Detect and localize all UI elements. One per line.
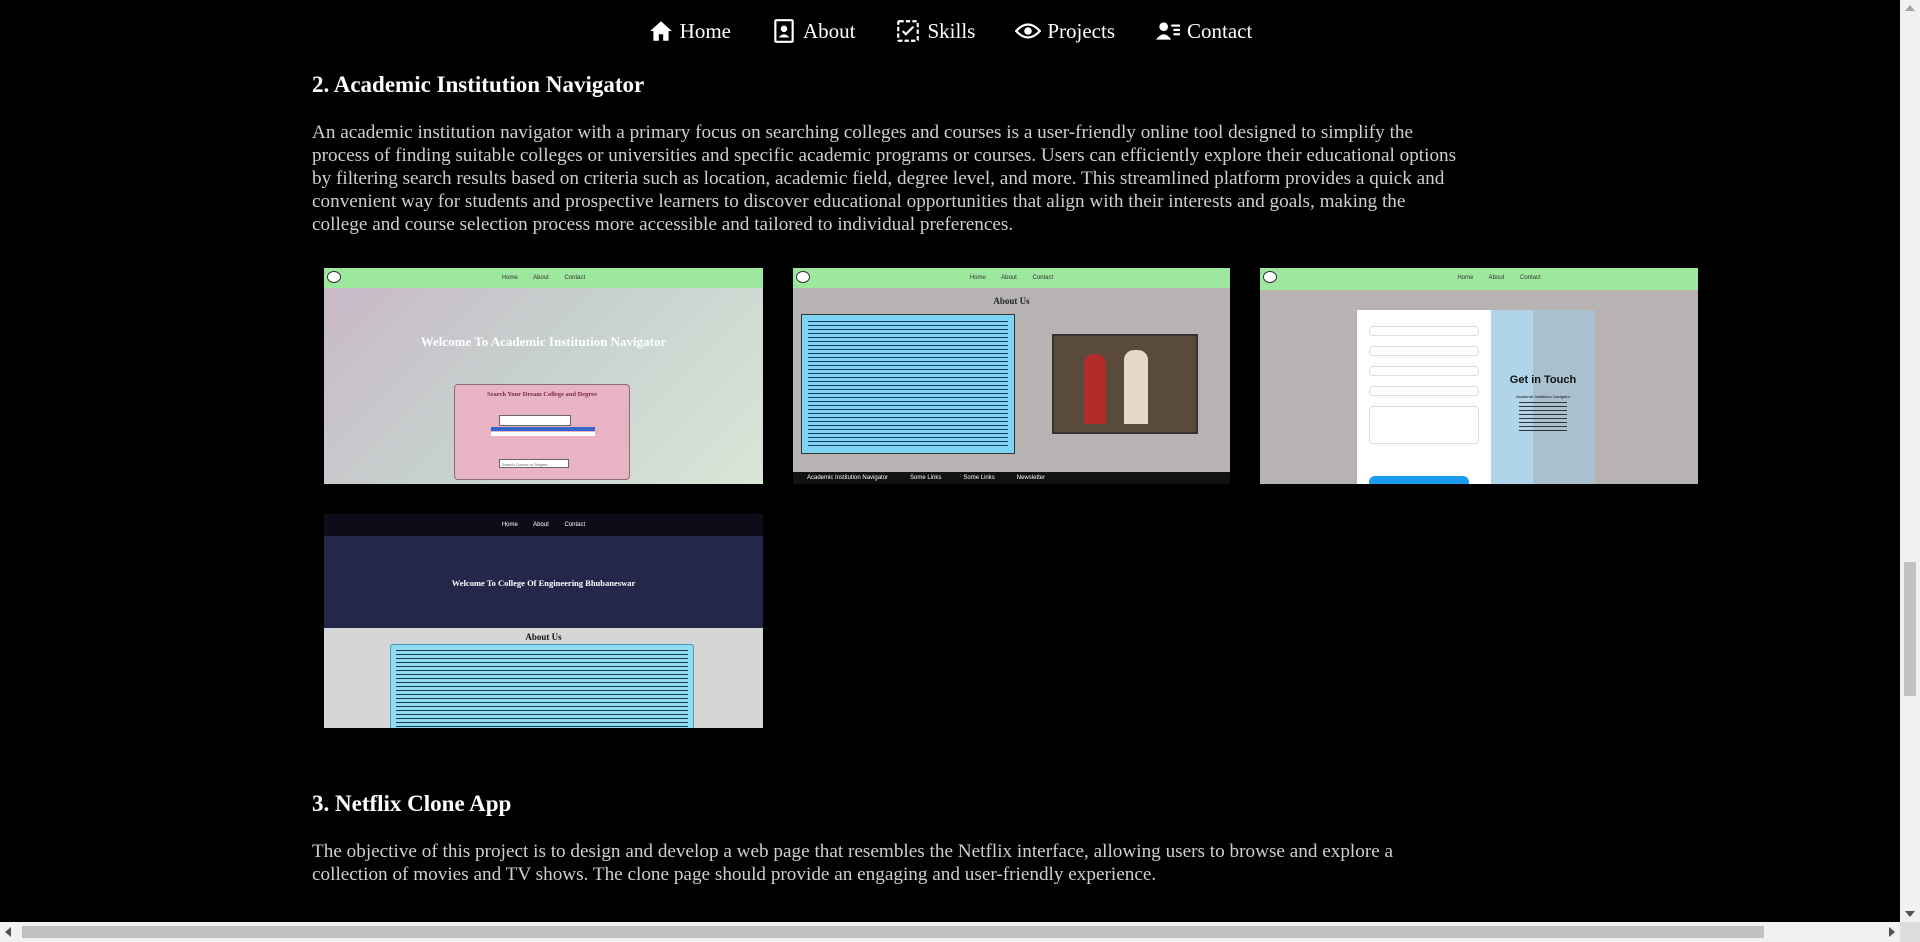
- form-textarea: [1369, 406, 1479, 444]
- scrollbar-corner: [1900, 922, 1920, 942]
- nav-contact-label: Contact: [1187, 19, 1253, 43]
- about-text-block: [801, 314, 1015, 454]
- suggestion-item: [491, 432, 595, 436]
- eye-icon: [1015, 23, 1042, 39]
- nav-skills-label: Skills: [927, 19, 976, 43]
- photo-person: [1124, 350, 1148, 424]
- contact-info-panel: Get in Touch Academic Institution Naviga…: [1491, 310, 1595, 484]
- screenshot-heading: About Us: [993, 296, 1030, 306]
- project-description: An academic institution navigator with a…: [312, 122, 1457, 235]
- screenshot-nav-links: Home About Contact: [501, 522, 586, 528]
- footer-col: Some Links: [963, 475, 995, 481]
- contact-address-lines: [1519, 402, 1567, 434]
- vertical-scroll-thumb[interactable]: [1904, 562, 1916, 696]
- contact-form: [1357, 310, 1491, 484]
- project-title: 2. Academic Institution Navigator: [312, 72, 645, 97]
- home-icon: [649, 21, 672, 41]
- screenshot-nav-links: Home About Contact: [969, 275, 1054, 281]
- screenshot-footer: Academic Institution Navigator Some Link…: [793, 472, 1230, 484]
- horizontal-scrollbar[interactable]: [0, 922, 1920, 942]
- photo-person: [1084, 354, 1106, 424]
- scroll-up-arrow-icon[interactable]: [1905, 5, 1915, 11]
- footer-col: Academic Institution Navigator: [807, 475, 889, 481]
- form-field: [1369, 366, 1479, 376]
- suggestion-highlight: [491, 427, 595, 431]
- screenshot-nav-links: Home About Contact: [1457, 275, 1541, 281]
- project-screenshot-home[interactable]: Home About Contact Welcome To Academic I…: [324, 268, 763, 484]
- screenshot-nav-bar: Home About Contact: [1260, 268, 1698, 290]
- about-text-lines: [396, 650, 688, 728]
- scroll-right-arrow-icon[interactable]: [1889, 927, 1895, 937]
- top-nav: Home About Skills Projects Contact: [0, 0, 1900, 62]
- project-description: The objective of this project is to desi…: [312, 841, 1394, 885]
- course-search-input: Search Course or Degree: [499, 459, 569, 468]
- form-field: [1369, 386, 1479, 396]
- checklist-icon: [897, 20, 920, 42]
- project-screenshot-college[interactable]: Home About Contact Welcome To College Of…: [324, 514, 763, 728]
- scroll-down-arrow-icon[interactable]: [1905, 911, 1915, 917]
- footer-col: Newsletter: [1016, 475, 1046, 481]
- screenshot-nav-bar: Home About Contact: [324, 268, 763, 288]
- vertical-scrollbar[interactable]: [1900, 0, 1920, 922]
- submit-button: [1369, 476, 1469, 484]
- project-screenshot-contact[interactable]: Home About Contact Get in Touch Academic…: [1260, 268, 1698, 484]
- screenshot-heading: Welcome To Academic Institution Navigato…: [420, 334, 667, 349]
- about-photo: [1052, 334, 1198, 434]
- project-screenshot-about[interactable]: Home About Contact About Us Academic Ins…: [793, 268, 1230, 484]
- screenshot-hero: Welcome To College Of Engineering Bhuban…: [324, 536, 763, 628]
- about-text-lines: [808, 321, 1008, 447]
- get-in-touch-heading: Get in Touch: [1509, 374, 1577, 386]
- search-panel-title: Search Your Dream College and Degree: [487, 391, 597, 398]
- screenshot-nav-bar: Home About Contact: [324, 514, 763, 536]
- college-search-input: [499, 415, 571, 426]
- horizontal-scroll-thumb[interactable]: [22, 926, 1764, 938]
- nav-home-label: Home: [679, 19, 731, 43]
- logo-icon: [1263, 271, 1277, 283]
- screenshot-heading: Welcome To College Of Engineering Bhuban…: [451, 578, 636, 588]
- form-field: [1369, 326, 1479, 336]
- about-heading: About Us: [525, 632, 562, 642]
- nav-skills[interactable]: Skills: [895, 18, 975, 44]
- nav-contact[interactable]: Contact: [1155, 18, 1252, 44]
- screenshot-nav-bar: Home About Contact: [793, 268, 1230, 288]
- about-text-block: [390, 644, 694, 728]
- screenshot-nav-links: Home About Contact: [501, 275, 586, 281]
- form-field: [1369, 346, 1479, 356]
- nav-projects-label: Projects: [1047, 19, 1115, 43]
- contact-subtitle: Academic Institution Navigator: [1515, 394, 1571, 399]
- nav-home[interactable]: Home: [648, 18, 731, 44]
- search-panel: Search Your Dream College and Degree Sea…: [454, 384, 630, 480]
- contact-list-icon: [1156, 22, 1180, 40]
- footer-col: Some Links: [910, 475, 942, 481]
- contact-card-icon: [774, 19, 794, 43]
- scroll-left-arrow-icon[interactable]: [5, 927, 11, 937]
- project-title: 3. Netflix Clone App: [312, 791, 512, 816]
- nav-about[interactable]: About: [771, 18, 856, 44]
- nav-projects[interactable]: Projects: [1015, 18, 1115, 44]
- nav-about-label: About: [802, 19, 856, 43]
